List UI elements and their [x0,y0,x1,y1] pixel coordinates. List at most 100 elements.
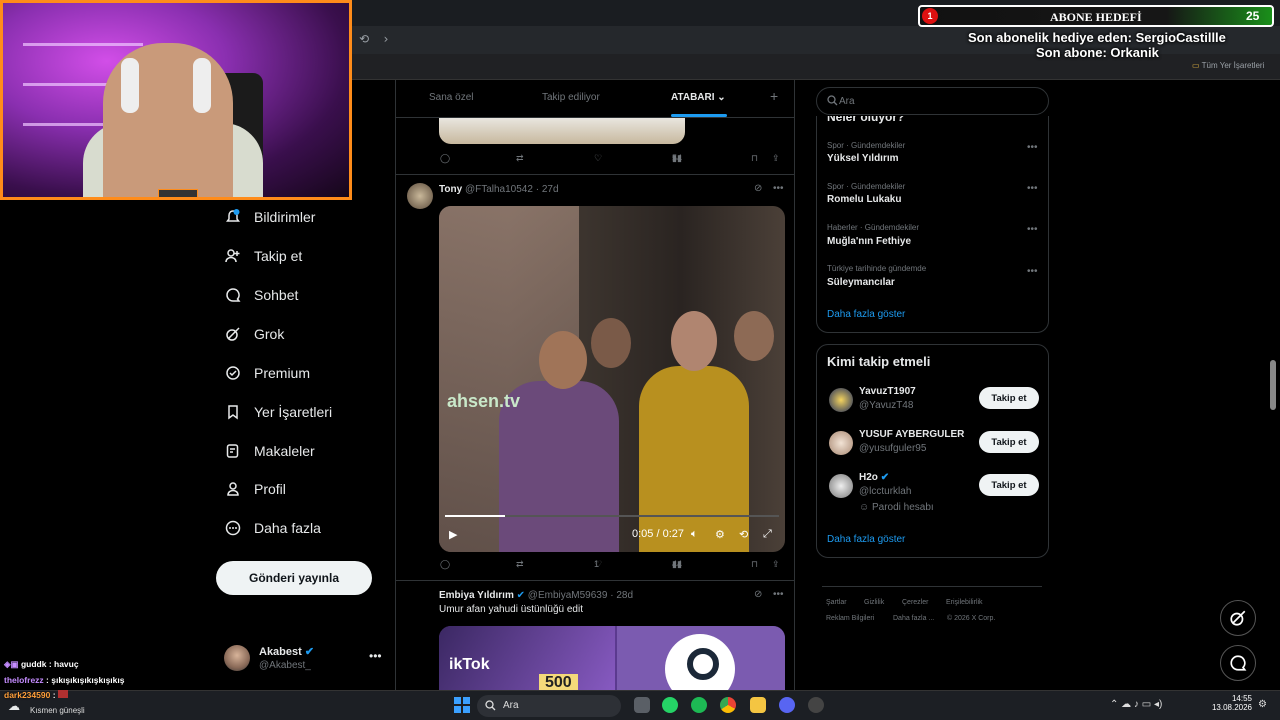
nav-articles[interactable]: Makaleler [224,437,315,465]
suggested-user-name[interactable]: YavuzT1907 [859,386,916,397]
tweet-image[interactable] [439,118,685,144]
retweet-icon[interactable]: ⇄ [516,153,524,164]
follow-button[interactable]: Takip et [979,431,1039,453]
nav-chat[interactable]: Sohbet [224,281,298,309]
avatar[interactable] [829,431,853,455]
discord-icon[interactable] [779,697,795,713]
start-button[interactable] [454,697,470,713]
tray-icons[interactable]: ⌃ ☁ ♪ ▭ ◂) [1110,699,1162,710]
post-button[interactable]: Gönderi yayınla [216,561,372,595]
chrome-icon[interactable] [720,697,736,713]
avatar[interactable] [829,388,853,412]
more-dots-icon[interactable]: ••• [1027,142,1038,153]
tab-atabari[interactable]: ATABARI ⌄ [671,92,726,103]
grok-explain-icon[interactable]: ⊘ [754,183,762,194]
reply-icon[interactable]: ◯ [440,153,450,164]
scrollbar[interactable] [1270,360,1276,410]
author-handle[interactable]: @FTalha10542 [465,184,533,195]
follow-button[interactable]: Takip et [979,474,1039,496]
notification-icon[interactable]: ⚙ [1258,699,1267,710]
taskbar-search[interactable]: Ara [477,695,621,717]
reply-icon[interactable]: ◯ [440,559,450,570]
task-view-icon[interactable] [634,697,650,713]
nav-more[interactable]: Daha fazla [224,514,321,542]
suggested-user-name[interactable]: H2o ✔ [859,472,889,483]
tab-following[interactable]: Takip ediliyor [542,92,600,103]
author-name[interactable]: Tony [439,184,462,195]
footer-link[interactable]: Şartlar [826,599,847,606]
avatar[interactable] [829,474,853,498]
clock[interactable]: 14:55 13.08.2026 [1208,694,1252,712]
nav-label: Profil [254,481,286,497]
video-player[interactable]: ahsen.tv ▶ 0:05 / 0:27 🔈︎ ⚙ ⟲ ⤢ [439,206,785,552]
author-name[interactable]: Embiya Yıldırım [439,590,514,601]
footer-link[interactable]: Daha fazla ... [893,615,934,622]
more-dots-icon[interactable]: ••• [369,649,382,663]
nav-premium[interactable]: Premium [224,359,310,387]
all-bookmarks-folder[interactable]: ▭ Tüm Yer İşaretleri [1192,61,1264,70]
suggested-user-handle[interactable]: @YavuzT48 [859,400,913,411]
like-icon[interactable]: ♡ [594,153,602,164]
more-dots-icon[interactable]: ••• [773,589,784,600]
play-icon[interactable]: ▶ [449,528,457,541]
account-switcher[interactable]: Akabest ✔ @Akabest_ ••• [224,643,384,677]
tweet-time[interactable]: 27d [542,184,559,195]
more-dots-icon[interactable]: ••• [1027,266,1038,277]
grok-explain-icon[interactable]: ⊘ [754,589,762,600]
weather-text[interactable]: Kısmen güneşli [30,706,85,715]
more-dots-icon[interactable]: ••• [1027,183,1038,194]
nav-bookmarks[interactable]: Yer İşaretleri [224,398,332,426]
share-icon[interactable]: ⇪ [772,559,780,570]
active-tab-indicator [671,114,727,117]
nav-grok[interactable]: Grok [224,320,284,348]
bookmark-icon[interactable]: ⊓ [751,153,758,164]
bookmark-icon[interactable]: ⊓ [751,559,758,570]
more-dots-icon[interactable]: ••• [1027,224,1038,235]
file-explorer-icon[interactable] [750,697,766,713]
retweet-icon[interactable]: ⇄ [516,559,524,570]
replay-icon[interactable]: ⟲ [739,528,748,541]
author-handle[interactable]: @EmbiyaM59639 [528,590,608,601]
suggested-user-handle[interactable]: @lccturklah [859,486,911,497]
whatsapp-icon[interactable] [662,697,678,713]
spotify-icon[interactable] [691,697,707,713]
tweet-image[interactable]: ikTok 500 [439,626,785,690]
chat-text: havuç [54,659,79,669]
extension-icon[interactable]: ⟲ [356,32,372,46]
nav-follow[interactable]: Takip et [224,242,302,270]
nav-label: Grok [254,326,285,342]
follow-button[interactable]: Takip et [979,387,1039,409]
chat-user: dark234590 [4,690,51,700]
volume-icon[interactable]: 🔈︎ [691,528,698,541]
app-icon[interactable] [808,697,824,713]
messages-float-button[interactable] [1220,645,1256,681]
footer-link[interactable]: Reklam Bilgileri [826,615,874,622]
nav-profile[interactable]: Profil [224,475,286,503]
footer-link[interactable]: Erişilebilirlik [946,599,983,606]
suggested-user-handle[interactable]: @yusufguler95 [859,443,926,454]
video-progress-bar[interactable] [445,515,779,517]
suggested-user-name[interactable]: YUSUF AYBERGULER [859,429,964,440]
footer-link[interactable]: Gizlilik [864,599,884,606]
add-tab-icon[interactable]: + [770,88,778,104]
tweet-header: Tony @FTalha10542 · 27d [439,184,559,195]
footer-link[interactable]: Çerezler [902,599,928,606]
tab-for-you[interactable]: Sana özel [429,92,473,103]
search-input[interactable]: Ara [816,87,1049,115]
nav-label: Sohbet [254,287,299,303]
share-icon[interactable]: ⇪ [772,153,780,164]
who-to-follow-show-more-link[interactable]: Daha fazla göster [827,534,905,545]
forward-icon[interactable]: › [378,32,394,46]
grok-float-button[interactable] [1220,600,1256,636]
verified-badge-icon: ✔ [304,646,315,658]
nav-notifications[interactable]: Bildirimler [224,203,315,231]
trend-category: Spor · Gündemdekiler [827,141,906,150]
avatar[interactable] [407,183,433,209]
fullscreen-icon[interactable]: ⤢ [763,528,772,541]
trends-card: Neler oluyor? Spor · Gündemdekiler Yükse… [816,116,1049,333]
more-dots-icon[interactable]: ••• [773,183,784,194]
tweet-time[interactable]: 28d [616,590,633,601]
trends-show-more-link[interactable]: Daha fazla göster [827,309,905,320]
timeline-tabs: Sana özel Takip ediliyor ATABARI ⌄ + [396,80,794,118]
settings-icon[interactable]: ⚙ [715,528,725,541]
